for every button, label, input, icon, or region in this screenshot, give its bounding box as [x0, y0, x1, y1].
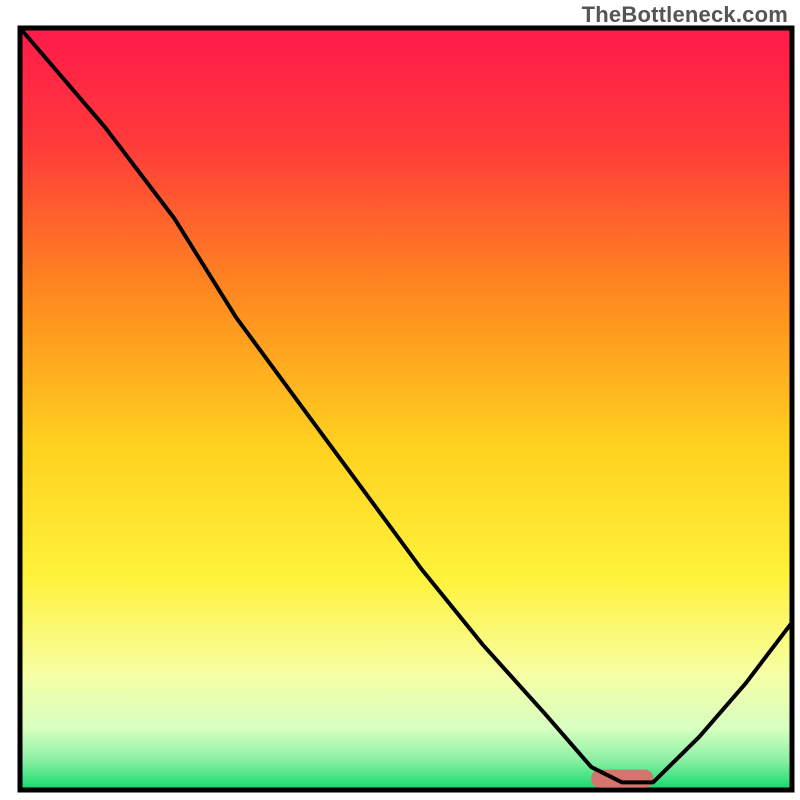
- bottleneck-chart: [0, 0, 800, 800]
- chart-container: { "watermark": "TheBottleneck.com", "cha…: [0, 0, 800, 800]
- gradient-background: [20, 28, 792, 790]
- watermark-text: TheBottleneck.com: [582, 2, 788, 28]
